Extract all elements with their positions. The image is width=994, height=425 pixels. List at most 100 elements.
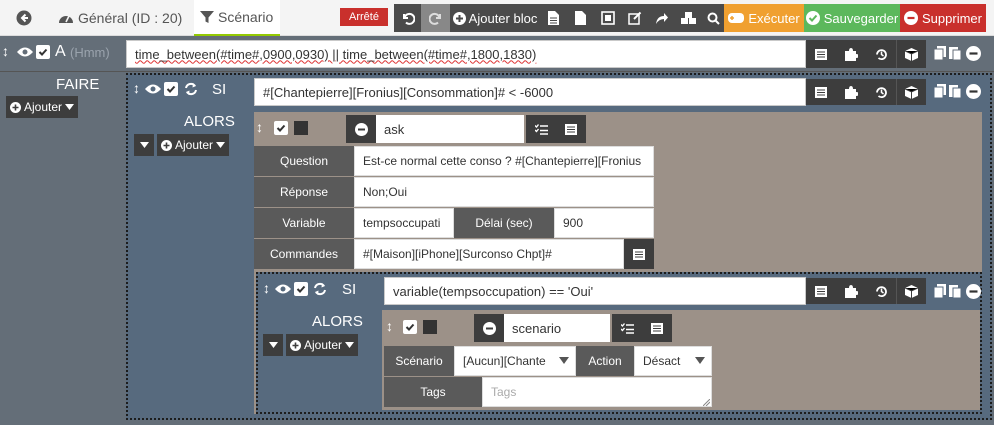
scenario-enable-checkbox[interactable] — [403, 320, 417, 334]
expression-button[interactable] — [806, 40, 836, 68]
si2-enable-checkbox[interactable] — [294, 282, 308, 296]
caret-down-icon — [345, 342, 355, 348]
cube-icon — [905, 85, 918, 99]
si2-paste-icon[interactable] — [949, 284, 961, 298]
si-eye-icon[interactable] — [144, 83, 162, 95]
refresh-icon[interactable] — [184, 82, 198, 96]
alors-caret-button[interactable] — [134, 134, 154, 156]
commandes-list-button[interactable] — [624, 239, 654, 269]
alors-add-label: Ajouter — [175, 138, 214, 152]
delete-label: Supprimer — [922, 10, 982, 26]
equipment-button[interactable] — [896, 40, 926, 68]
ask-remove-button[interactable] — [346, 115, 376, 143]
si-condition[interactable]: #[Chantepierre][Fronius][Consommation]# … — [254, 78, 806, 106]
logs-button[interactable] — [540, 4, 567, 32]
scenario-options-button[interactable] — [612, 314, 642, 342]
tags-input[interactable]: Tags — [482, 377, 712, 407]
drag-handle-icon[interactable]: ↕ — [2, 43, 9, 59]
action-select[interactable]: Désact — [634, 346, 712, 376]
block-a-condition[interactable]: time_between(#time#,0900,0930) || time_b… — [126, 40, 806, 68]
redo-button[interactable] — [421, 4, 450, 32]
check-icon — [296, 285, 306, 293]
si-label: SI — [212, 81, 227, 98]
delai-input[interactable]: 900 — [554, 208, 654, 238]
si-paste-icon[interactable] — [949, 84, 961, 98]
scenario-select[interactable]: [Aucun][Chante — [454, 346, 576, 376]
si2-alors-caret-button[interactable] — [263, 334, 283, 356]
scenario-editor: ↕ A (Hmm) time_between(#time#,0900,0930)… — [0, 36, 994, 425]
edit-button[interactable] — [621, 4, 648, 32]
tab-general[interactable]: Général (ID : 20) — [58, 0, 186, 36]
si2-alors-label: ALORS — [312, 313, 363, 330]
ask-drag-handle-icon[interactable]: ↕ — [256, 119, 263, 135]
undo-button[interactable] — [394, 4, 421, 32]
tab-scenario-label: Scénario — [218, 9, 274, 25]
history-button[interactable] — [866, 40, 896, 68]
si2-drag-handle-icon[interactable]: ↕ — [263, 280, 270, 296]
minus-circle-icon — [904, 11, 919, 25]
file-text-icon — [548, 11, 559, 25]
si2-command-button[interactable] — [836, 278, 866, 304]
scenario-remove-button[interactable] — [474, 314, 504, 342]
caret-down-icon — [695, 357, 705, 364]
search-button[interactable] — [702, 4, 724, 32]
si-copy-icon[interactable] — [934, 84, 946, 98]
si2-remove-icon[interactable] — [966, 284, 981, 299]
check-icon — [166, 85, 176, 93]
si-equipment-button[interactable] — [896, 79, 926, 105]
si2-eye-icon[interactable] — [274, 283, 292, 295]
execute-button[interactable]: Exécuter — [724, 4, 804, 32]
tab-scenario[interactable]: Scénario — [194, 0, 280, 36]
scenario-drag-handle-icon[interactable]: ↕ — [386, 318, 393, 334]
si2-expression-button[interactable] — [806, 278, 836, 304]
enable-checkbox[interactable] — [36, 45, 50, 59]
list-icon — [815, 86, 827, 98]
cubes-icon — [681, 12, 696, 24]
share-button[interactable] — [648, 4, 675, 32]
puzzle-icon — [844, 284, 858, 298]
reponse-input[interactable]: Non;Oui — [354, 177, 654, 207]
command-button[interactable] — [836, 40, 866, 68]
si-drag-handle-icon[interactable]: ↕ — [133, 80, 140, 96]
delete-button[interactable]: Supprimer — [900, 4, 986, 32]
filter-icon — [200, 11, 214, 23]
variable-input[interactable]: tempsoccupati — [354, 208, 454, 238]
variable-label: Variable — [254, 208, 354, 238]
ask-enable-checkbox[interactable] — [274, 121, 288, 135]
si-history-button[interactable] — [866, 79, 896, 105]
copy-icon[interactable] — [934, 46, 946, 60]
si2-history-button[interactable] — [866, 278, 896, 304]
action-field-label: Action — [576, 346, 634, 376]
si-command-button[interactable] — [836, 79, 866, 105]
si2-copy-icon[interactable] — [934, 284, 946, 298]
commandes-input[interactable]: #[Maison][iPhone][Surconso Chpt]# — [354, 239, 624, 269]
si2-condition[interactable]: variable(tempsoccupation) == 'Oui' — [384, 277, 806, 305]
si-enable-checkbox[interactable] — [164, 82, 178, 96]
dashboard-icon — [59, 15, 73, 23]
eye-icon[interactable] — [16, 46, 34, 58]
paste-icon[interactable] — [949, 46, 961, 60]
add-block-button[interactable]: Ajouter bloc — [450, 4, 540, 32]
si2-refresh-icon[interactable] — [313, 282, 327, 296]
template-button[interactable] — [594, 4, 621, 32]
question-input[interactable]: Est-ce normal cette conso ? #[Chantepier… — [354, 146, 654, 176]
save-button[interactable]: Sauvegarder — [804, 4, 900, 32]
ask-list-button[interactable] — [556, 115, 586, 143]
ask-parallel-checkbox[interactable] — [294, 121, 308, 135]
si-remove-icon[interactable] — [966, 84, 981, 99]
scenario-command-input[interactable]: scenario — [504, 314, 610, 342]
export-button[interactable] — [567, 4, 594, 32]
cubes-button[interactable] — [675, 4, 702, 32]
resize-handle-icon[interactable] — [703, 399, 710, 406]
scenario-list-button[interactable] — [642, 314, 672, 342]
si2-equipment-button[interactable] — [896, 278, 926, 304]
alors-add-button[interactable]: Ajouter — [157, 134, 230, 156]
remove-icon[interactable] — [966, 46, 981, 61]
si-expression-button[interactable] — [806, 79, 836, 105]
ask-options-button[interactable] — [526, 115, 556, 143]
ask-command-input[interactable]: ask — [376, 115, 524, 143]
add-action-button[interactable]: Ajouter — [6, 96, 79, 118]
scenario-parallel-checkbox[interactable] — [423, 320, 437, 334]
back-button[interactable] — [6, 0, 42, 36]
si2-alors-add-button[interactable]: Ajouter — [286, 334, 359, 356]
